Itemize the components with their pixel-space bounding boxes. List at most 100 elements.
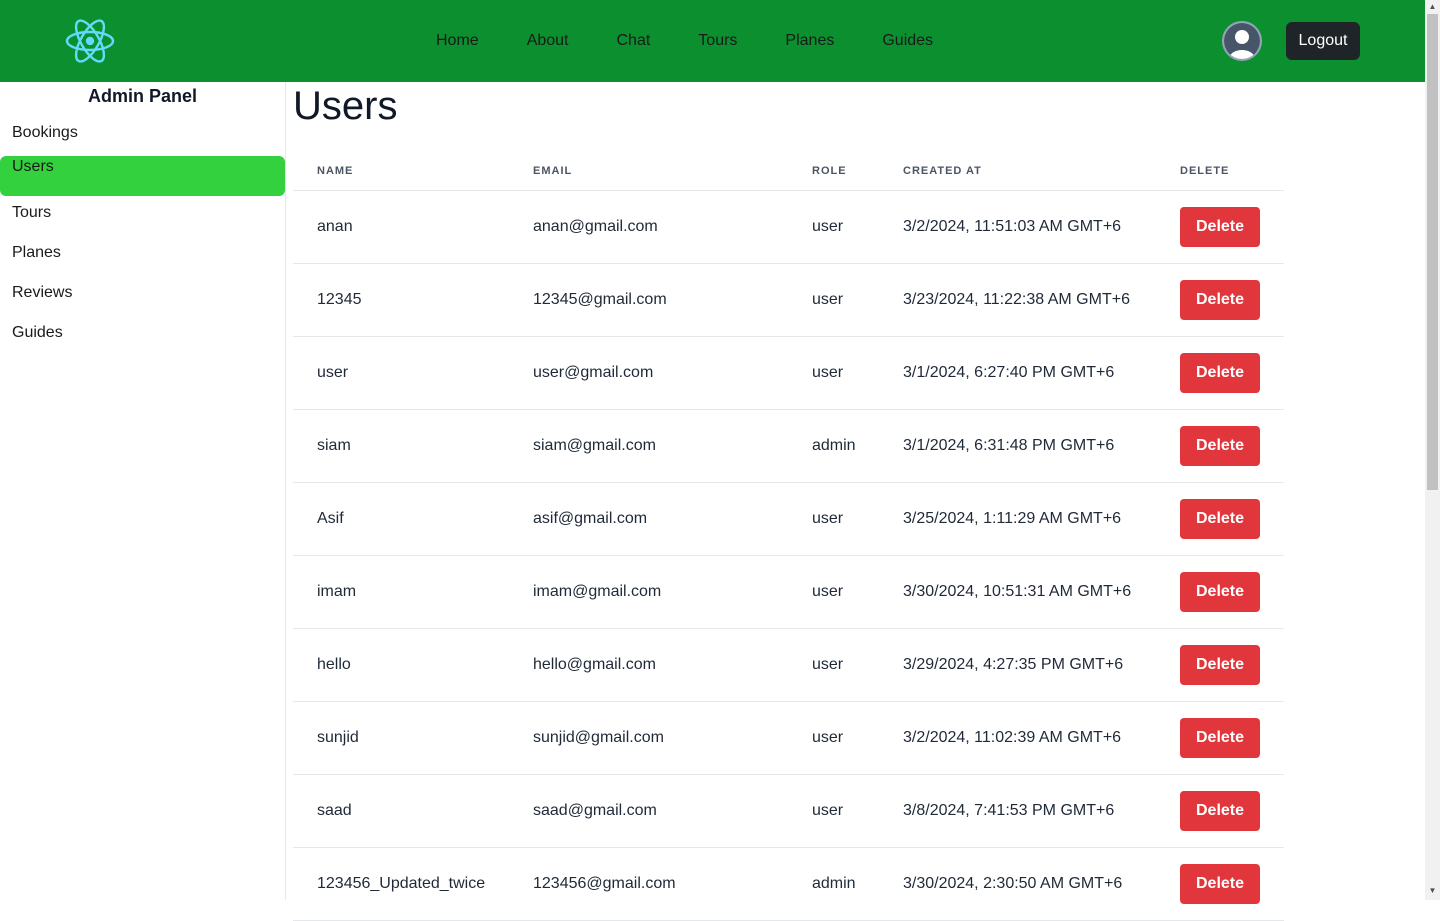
delete-button[interactable]: Delete xyxy=(1180,571,1260,612)
cell-created-at: 3/8/2024, 7:41:53 PM GMT+6 xyxy=(879,774,1156,848)
cell-delete: Delete xyxy=(1156,482,1284,556)
nav-link-chat[interactable]: Chat xyxy=(593,32,675,50)
sidebar-item-guides[interactable]: Guides xyxy=(0,316,285,356)
logout-button[interactable]: Logout xyxy=(1286,22,1360,60)
sidebar-item-planes[interactable]: Planes xyxy=(0,236,285,276)
cell-delete: Delete xyxy=(1156,190,1284,264)
column-header-role: ROLE xyxy=(788,152,879,191)
cell-created-at: 3/30/2024, 10:51:31 AM GMT+6 xyxy=(879,555,1156,629)
nav-links: Home About Chat Tours Planes Guides xyxy=(412,0,957,82)
vertical-scrollbar[interactable]: ▲ ▼ xyxy=(1425,0,1440,900)
delete-button[interactable]: Delete xyxy=(1180,498,1260,539)
sidebar-title: Admin Panel xyxy=(87,86,198,106)
cell-email: user@gmail.com xyxy=(509,336,788,410)
sidebar-item-tours[interactable]: Tours xyxy=(0,196,285,236)
page-title: Users xyxy=(293,84,398,128)
cell-name: imam xyxy=(293,555,509,629)
nav-link-guides[interactable]: Guides xyxy=(858,32,957,50)
cell-created-at: 3/29/2024, 4:27:35 PM GMT+6 xyxy=(879,628,1156,702)
delete-button[interactable]: Delete xyxy=(1180,206,1260,247)
cell-role: user xyxy=(788,555,879,629)
cell-role: admin xyxy=(788,409,879,483)
cell-name: hello xyxy=(293,628,509,702)
cell-email: sunjid@gmail.com xyxy=(509,701,788,775)
delete-button[interactable]: Delete xyxy=(1180,863,1260,904)
delete-button[interactable]: Delete xyxy=(1180,279,1260,320)
cell-role: user xyxy=(788,774,879,848)
sidebar-item-bookings[interactable]: Bookings xyxy=(0,116,285,156)
cell-created-at: 3/2/2024, 11:51:03 AM GMT+6 xyxy=(879,190,1156,264)
cell-email: anan@gmail.com xyxy=(509,190,788,264)
table-row: saad saad@gmail.com user 3/8/2024, 7:41:… xyxy=(293,774,1284,848)
cell-delete: Delete xyxy=(1156,409,1284,483)
sidebar-item-reviews[interactable]: Reviews xyxy=(0,276,285,316)
cell-name: user xyxy=(293,336,509,410)
cell-email: asif@gmail.com xyxy=(509,482,788,556)
table-row: user user@gmail.com user 3/1/2024, 6:27:… xyxy=(293,336,1284,410)
table-row: imam imam@gmail.com user 3/30/2024, 10:5… xyxy=(293,555,1284,629)
cell-email: 123456@gmail.com xyxy=(509,847,788,921)
column-header-name: NAME xyxy=(293,152,509,191)
cell-delete: Delete xyxy=(1156,263,1284,337)
delete-button[interactable]: Delete xyxy=(1180,717,1260,758)
cell-created-at: 3/1/2024, 6:27:40 PM GMT+6 xyxy=(879,336,1156,410)
scroll-up-icon[interactable]: ▲ xyxy=(1428,2,1437,11)
cell-created-at: 3/25/2024, 1:11:29 AM GMT+6 xyxy=(879,482,1156,556)
cell-role: user xyxy=(788,336,879,410)
cell-role: user xyxy=(788,190,879,264)
users-table: NAME EMAIL ROLE CREATED AT DELETE anan a… xyxy=(293,152,1284,921)
cell-delete: Delete xyxy=(1156,774,1284,848)
cell-email: hello@gmail.com xyxy=(509,628,788,702)
column-header-created-at: CREATED AT xyxy=(879,152,1156,191)
nav-link-about[interactable]: About xyxy=(503,32,593,50)
cell-delete: Delete xyxy=(1156,628,1284,702)
table-row: sunjid sunjid@gmail.com user 3/2/2024, 1… xyxy=(293,701,1284,775)
delete-button[interactable]: Delete xyxy=(1180,644,1260,685)
cell-role: user xyxy=(788,701,879,775)
cell-delete: Delete xyxy=(1156,701,1284,775)
react-atom-icon[interactable] xyxy=(64,17,116,65)
column-header-delete: DELETE xyxy=(1156,152,1284,191)
cell-email: 12345@gmail.com xyxy=(509,263,788,337)
cell-role: user xyxy=(788,482,879,556)
scroll-down-icon[interactable]: ▼ xyxy=(1428,886,1437,895)
cell-name: Asif xyxy=(293,482,509,556)
cell-created-at: 3/1/2024, 6:31:48 PM GMT+6 xyxy=(879,409,1156,483)
table-row: siam siam@gmail.com admin 3/1/2024, 6:31… xyxy=(293,409,1284,483)
cell-delete: Delete xyxy=(1156,555,1284,629)
delete-button[interactable]: Delete xyxy=(1180,352,1260,393)
nav-link-home[interactable]: Home xyxy=(412,32,503,50)
cell-name: anan xyxy=(293,190,509,264)
column-header-email: EMAIL xyxy=(509,152,788,191)
delete-button[interactable]: Delete xyxy=(1180,790,1260,831)
cell-name: sunjid xyxy=(293,701,509,775)
cell-created-at: 3/30/2024, 2:30:50 AM GMT+6 xyxy=(879,847,1156,921)
user-avatar-icon[interactable] xyxy=(1222,21,1262,61)
cell-name: 123456_Updated_twice xyxy=(293,847,509,921)
table-row: 123456_Updated_twice 123456@gmail.com ad… xyxy=(293,847,1284,921)
cell-delete: Delete xyxy=(1156,847,1284,921)
main-content: Users NAME EMAIL ROLE CREATED AT DELETE … xyxy=(293,82,1425,921)
cell-created-at: 3/23/2024, 11:22:38 AM GMT+6 xyxy=(879,263,1156,337)
cell-delete: Delete xyxy=(1156,336,1284,410)
nav-link-planes[interactable]: Planes xyxy=(761,32,858,50)
cell-role: admin xyxy=(788,847,879,921)
admin-sidebar: Admin Panel Bookings Users Tours Planes … xyxy=(0,82,286,900)
table-row: Asif asif@gmail.com user 3/25/2024, 1:11… xyxy=(293,482,1284,556)
table-row: 12345 12345@gmail.com user 3/23/2024, 11… xyxy=(293,263,1284,337)
cell-name: siam xyxy=(293,409,509,483)
cell-name: 12345 xyxy=(293,263,509,337)
cell-role: user xyxy=(788,628,879,702)
top-navbar: Home About Chat Tours Planes Guides Logo… xyxy=(0,0,1425,82)
table-row: anan anan@gmail.com user 3/2/2024, 11:51… xyxy=(293,190,1284,264)
sidebar-item-users[interactable]: Users xyxy=(0,156,285,196)
scroll-thumb[interactable] xyxy=(1427,14,1438,490)
cell-email: saad@gmail.com xyxy=(509,774,788,848)
cell-name: saad xyxy=(293,774,509,848)
cell-email: imam@gmail.com xyxy=(509,555,788,629)
cell-created-at: 3/2/2024, 11:02:39 AM GMT+6 xyxy=(879,701,1156,775)
delete-button[interactable]: Delete xyxy=(1180,425,1260,466)
table-row: hello hello@gmail.com user 3/29/2024, 4:… xyxy=(293,628,1284,702)
nav-link-tours[interactable]: Tours xyxy=(674,32,761,50)
cell-role: user xyxy=(788,263,879,337)
